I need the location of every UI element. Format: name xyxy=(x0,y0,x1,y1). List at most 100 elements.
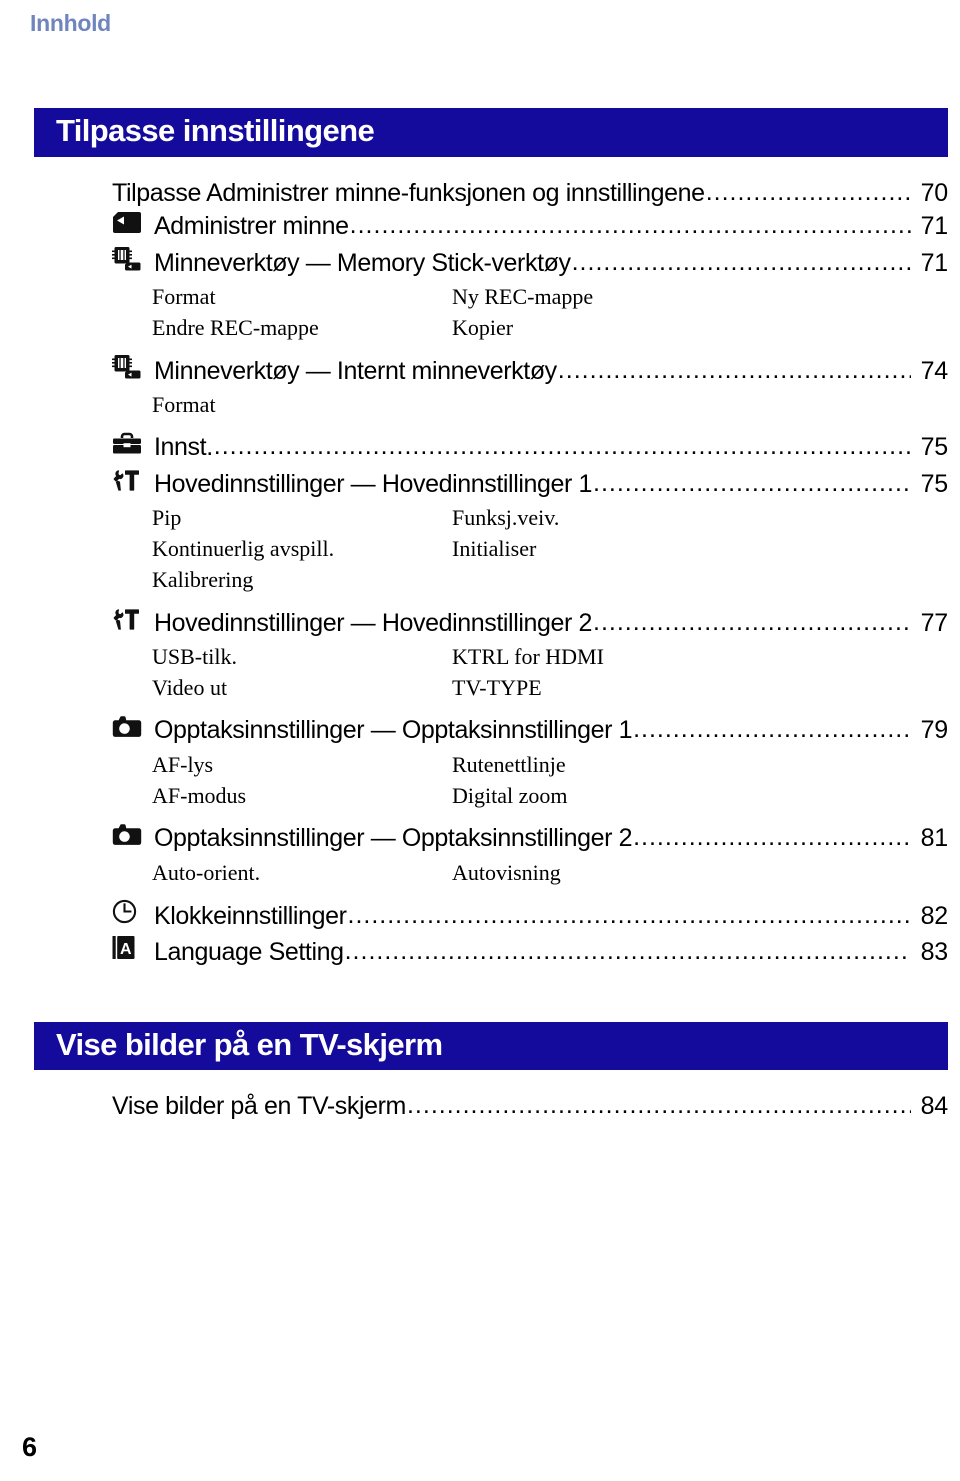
toc-list: Tilpasse Administrer minne-funksjonen og… xyxy=(0,157,960,970)
toc-subitem-left: AF-lys xyxy=(152,751,214,777)
toc-section: Tilpasse innstillingene Tilpasse Administ… xyxy=(0,108,960,970)
toc-subitem-left: Kontinuerlig avspill. xyxy=(152,535,335,561)
toc-entry-label: Innst. xyxy=(154,433,213,462)
toc-entry-label: Hovedinnstillinger — Hovedinnstillinger … xyxy=(154,608,592,637)
toc-page-number: 74 xyxy=(920,357,949,386)
toc-subitem-line: AF-lys Rutenettlinje xyxy=(152,752,960,783)
toc-subitem-line: USB-tilk. KTRL for HDMI xyxy=(152,644,960,675)
toc-entry[interactable]: Opptaksinnstillinger — Opptaksinnstillin… xyxy=(112,713,960,749)
page-number-folio: 6 xyxy=(22,1432,38,1462)
toc-subitem-right: Rutenettlinje xyxy=(452,751,566,777)
toc-entry[interactable]: Vise bilder på en TV-skjerm.............… xyxy=(112,1086,960,1122)
toc-entry-label: Tilpasse Administrer minne-funksjonen og… xyxy=(112,178,705,207)
toc-entry-label: Language Setting xyxy=(154,938,344,967)
toc-subitem-line: AF-modus Digital zoom xyxy=(152,783,960,814)
dot-leader: ........................................… xyxy=(705,179,911,205)
toc-page-number: 83 xyxy=(920,938,949,967)
toc-subitem-right: Kopier xyxy=(452,314,514,340)
toc-subitem-right: Funksj.veiv. xyxy=(452,504,560,530)
toc-entry[interactable]: Tilpasse Administrer minne-funksjonen og… xyxy=(112,173,960,209)
toc-subitem-right: Ny REC-mappe xyxy=(452,283,594,309)
document-page: Innhold Tilpasse innstillingene Tilpasse … xyxy=(0,0,960,1481)
toc-subitem-left: Video ut xyxy=(152,674,228,700)
toc-subitem-line: Auto-orient. Autovisning xyxy=(152,860,960,891)
toc-entry[interactable]: Minneverktøy — Internt minneverktøy.....… xyxy=(112,353,960,389)
toc-subitem-line: Kontinuerlig avspill. Initialiser xyxy=(152,536,960,567)
toc-subitem-left: Kalibrering xyxy=(152,566,254,592)
language-book-icon: A xyxy=(112,934,150,962)
toc-entry-label: Opptaksinnstillinger — Opptaksinnstillin… xyxy=(154,715,633,744)
toc-entry[interactable]: Klokkeinnstillinger.....................… xyxy=(112,898,960,934)
toc-entry-label: Hovedinnstillinger — Hovedinnstillinger … xyxy=(154,469,592,498)
toc-subitem-line: Format Ny REC-mappe xyxy=(152,284,960,315)
toc-entry[interactable]: Innst...................................… xyxy=(112,430,960,466)
toc-subitem-right: TV-TYPE xyxy=(452,674,542,700)
toc-subitem-left: AF-modus xyxy=(152,782,247,808)
section-banner-title: Tilpasse innstillingene xyxy=(56,113,375,148)
toc-entry[interactable]: Opptaksinnstillinger — Opptaksinnstillin… xyxy=(112,821,960,857)
toc-page-number: 84 xyxy=(920,1092,949,1121)
toc-subitem-left: Format xyxy=(152,391,216,417)
toc-entry[interactable]: Minneverktøy — Memory Stick-verktøy.....… xyxy=(112,245,960,281)
toc-page-number: 71 xyxy=(920,212,949,241)
dot-leader: ........................................… xyxy=(406,1093,911,1119)
dot-leader: ........................................… xyxy=(344,939,911,965)
memory-stick-tool-icon xyxy=(112,353,150,381)
toc-subitem-right: KTRL for HDMI xyxy=(452,643,604,669)
dot-leader: ........................................… xyxy=(347,903,912,929)
toc-entry-label: Vise bilder på en TV-skjerm xyxy=(112,1092,406,1121)
wrench-hammer-icon xyxy=(112,605,150,633)
toc-subitem-right: Initialiser xyxy=(452,535,537,561)
toc-subitem-left: Pip xyxy=(152,504,182,530)
dot-leader: ........................................… xyxy=(349,213,911,239)
dot-leader: ........................................… xyxy=(557,358,911,384)
dot-leader: ........................................… xyxy=(593,470,911,496)
toc-subitem-line: Endre REC-mappe Kopier xyxy=(152,315,960,346)
toc-section: Vise bilder på en TV-skjerm Vise bilder p… xyxy=(0,1021,960,1123)
toc-subitem-group: Pip Funksj.veiv. Kontinuerlig avspill. Init… xyxy=(152,502,960,598)
toc-subitem-group: USB-tilk. KTRL for HDMI Video ut TV-TYPE xyxy=(152,641,960,706)
toc-subitem-line: Pip Funksj.veiv. xyxy=(152,505,960,536)
toc-page-number: 81 xyxy=(920,823,949,852)
section-banner-title: Vise bilder på en TV-skjerm xyxy=(56,1026,443,1062)
toc-entry-label: Minneverktøy — Internt minneverktøy xyxy=(154,357,557,386)
toc-list: Vise bilder på en TV-skjerm.............… xyxy=(0,1070,960,1122)
toc-subitem-left: Endre REC-mappe xyxy=(152,314,319,340)
toc-subitem-line: Format xyxy=(152,392,960,423)
dot-leader: ........................................… xyxy=(213,434,911,460)
toc-page-number: 75 xyxy=(920,433,949,462)
toc-subitem-right: Autovisning xyxy=(452,859,561,885)
running-head: Innhold xyxy=(30,10,111,36)
toc-subitem-group: Auto-orient. Autovisning xyxy=(152,857,960,891)
toolbox-icon xyxy=(112,430,150,458)
memory-card-playback-icon xyxy=(112,209,150,237)
toc-entry[interactable]: Hovedinnstillinger — Hovedinnstillinger … xyxy=(112,466,960,502)
memory-stick-tool-icon xyxy=(112,245,150,273)
toc-subitem-group: Format Ny REC-mappe Endre REC-mappe Kopier xyxy=(152,281,960,346)
camera-icon xyxy=(112,713,150,741)
toc-content: Tilpasse innstillingene Tilpasse Administ… xyxy=(0,108,960,1122)
toc-entry-label: Klokkeinnstillinger xyxy=(154,902,347,931)
toc-page-number: 75 xyxy=(920,469,949,498)
toc-entry[interactable]: Hovedinnstillinger — Hovedinnstillinger … xyxy=(112,605,960,641)
toc-subitem-left: Format xyxy=(152,283,216,309)
toc-subitem-left: Auto-orient. xyxy=(152,859,261,885)
toc-entry[interactable]: A Language Setting.......................… xyxy=(112,934,960,970)
toc-subitem-right: Digital zoom xyxy=(452,782,568,808)
toc-page-number: 82 xyxy=(920,902,949,931)
toc-entry[interactable]: Administrer minne.......................… xyxy=(112,209,960,245)
camera-icon xyxy=(112,821,150,849)
toc-entry-label: Minneverktøy — Memory Stick-verktøy xyxy=(154,249,571,278)
dot-leader: ........................................… xyxy=(571,250,911,276)
toc-entry-label: Opptaksinnstillinger — Opptaksinnstillin… xyxy=(154,823,633,852)
toc-subitem-left: USB-tilk. xyxy=(152,643,237,669)
toc-subitem-group: AF-lys Rutenettlinje AF-modus Digital zoom xyxy=(152,749,960,814)
toc-page-number: 79 xyxy=(920,715,949,744)
toc-page-number: 77 xyxy=(920,608,949,637)
